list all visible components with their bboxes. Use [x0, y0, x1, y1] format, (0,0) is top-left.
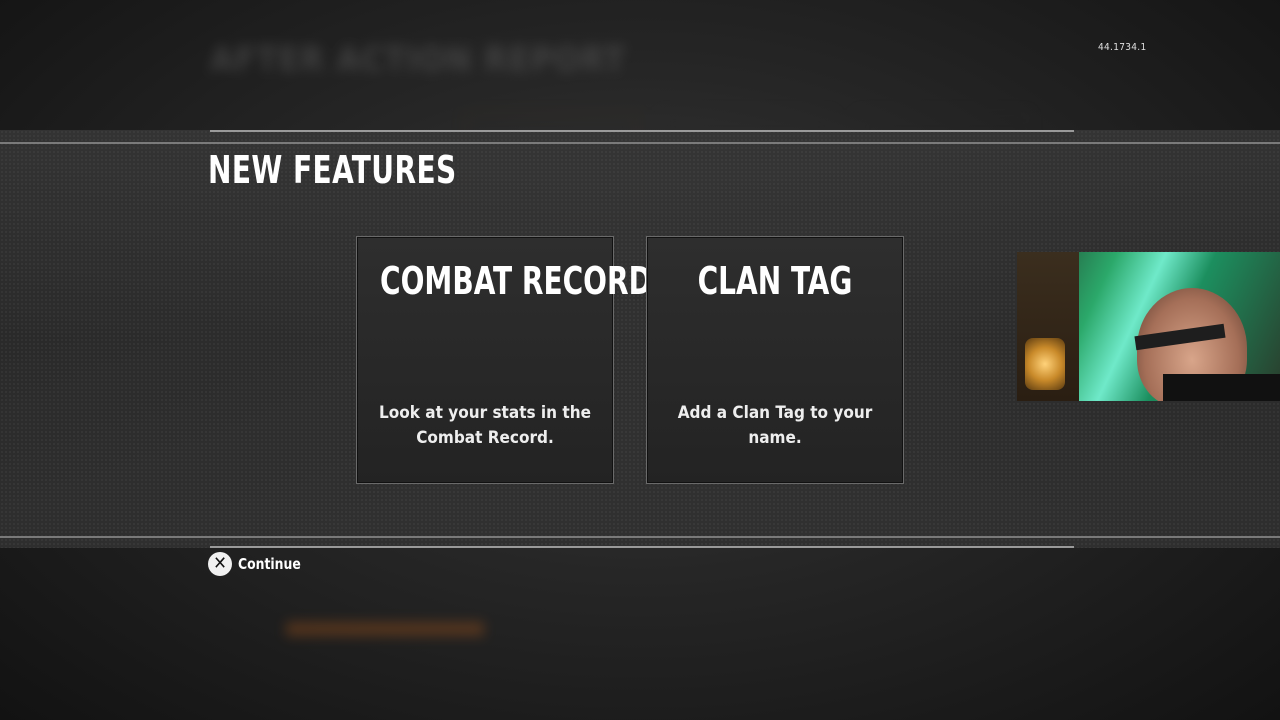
webcam-lamp — [1025, 338, 1065, 390]
panel-bottom-rule — [0, 536, 1280, 538]
feature-card-clan-tag[interactable]: CLAN TAG Add a Clan Tag to your name. — [646, 236, 904, 484]
continue-label: Continue — [238, 555, 301, 573]
webcam-shirt — [1163, 374, 1280, 401]
version-number: 44.1734.1 — [1098, 42, 1147, 53]
panel-top-notch — [210, 130, 1074, 132]
background-xp-bar — [286, 622, 484, 636]
feature-card-description: Look at your stats in the Combat Record. — [379, 403, 591, 448]
feature-card-description: Add a Clan Tag to your name. — [677, 403, 873, 448]
feature-card-title: COMBAT RECORD — [380, 259, 652, 303]
feature-card-combat-record[interactable]: COMBAT RECORD Look at your stats in the … — [356, 236, 652, 484]
panel-bottom-notch — [210, 546, 1074, 548]
streamer-webcam — [1017, 252, 1280, 401]
panel-title: NEW FEATURES — [208, 148, 457, 192]
cross-button-icon: ✕ — [208, 552, 232, 576]
panel-top-rule — [0, 142, 1280, 144]
feature-card-title: CLAN TAG — [697, 259, 853, 303]
continue-button[interactable]: ✕ Continue — [208, 552, 306, 576]
background-title: AFTER ACTION REPORT — [210, 40, 626, 80]
